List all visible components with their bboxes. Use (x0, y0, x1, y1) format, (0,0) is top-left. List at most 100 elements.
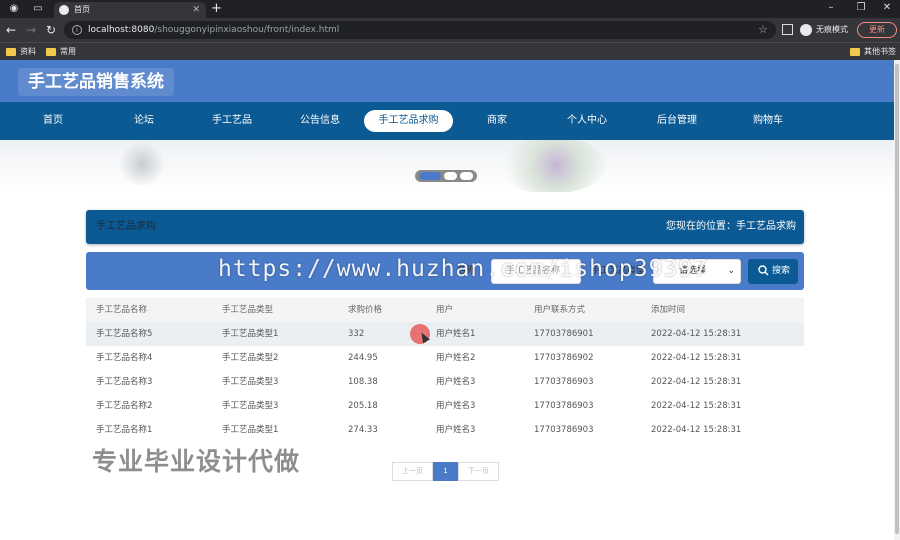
column-header: 求购价格 (348, 305, 383, 315)
nav-item-forum[interactable]: 论坛 (118, 110, 170, 132)
section-title-bar: 手工艺品求购 您现在的位置：手工艺品求购 (86, 210, 804, 244)
carousel-dot-active[interactable] (419, 172, 441, 180)
site-header: 手工艺品销售系统 (0, 60, 895, 102)
search-icon (758, 265, 769, 276)
cell-type: 手工艺品类型1 (222, 425, 279, 435)
other-bookmarks[interactable]: 其他书签 (850, 45, 896, 59)
table-row[interactable]: 手工艺品名称5 手工艺品类型1 332 用户姓名1 17703786901 20… (86, 322, 804, 346)
nav-item-notices[interactable]: 公告信息 (292, 110, 348, 132)
cell-phone: 17703786903 (534, 425, 594, 435)
update-button[interactable]: 更新 (857, 22, 897, 38)
window-close-icon[interactable]: ✕ (872, 0, 900, 18)
cell-price: 274.33 (348, 425, 378, 435)
search-button-label: 搜索 (772, 266, 791, 276)
nav-item-profile[interactable]: 个人中心 (558, 110, 616, 132)
cell-name: 手工艺品名称5 (96, 329, 153, 339)
reload-icon[interactable]: ↻ (44, 22, 58, 38)
bookmark-label: 资料 (20, 47, 36, 56)
browser-tab[interactable]: 首页 ✕ (54, 2, 206, 18)
back-icon[interactable]: ← (4, 22, 18, 38)
cell-added-time: 2022-04-12 15:28:31 (651, 401, 742, 411)
table-header-row: 手工艺品名称 手工艺品类型 求购价格 用户 用户联系方式 添加时间 (86, 298, 804, 322)
chevron-down-icon: ⌄ (727, 266, 735, 276)
folder-icon (6, 48, 16, 56)
address-bar-row: ← → ↻ i localhost:8080/shouggonyipinxiao… (0, 18, 900, 42)
cell-added-time: 2022-04-12 15:28:31 (651, 377, 742, 387)
cell-price: 244.95 (348, 353, 378, 363)
table-row[interactable]: 手工艺品名称2 手工艺品类型3 205.18 用户姓名3 17703786903… (86, 394, 804, 418)
cell-user: 用户姓名3 (436, 377, 476, 387)
cell-user: 用户姓名3 (436, 401, 476, 411)
minimize-icon[interactable]: – (816, 0, 846, 18)
tab-title: 首页 (74, 5, 90, 14)
nav-item-cart[interactable]: 购物车 (742, 110, 794, 132)
cell-added-time: 2022-04-12 15:28:31 (651, 425, 742, 435)
browser-menu-icon[interactable]: ◉ (8, 3, 20, 15)
column-header: 手工艺品名称 (96, 305, 148, 315)
bookmark-star-icon[interactable]: ☆ (758, 21, 768, 39)
column-header: 用户联系方式 (534, 305, 586, 315)
cell-added-time: 2022-04-12 15:28:31 (651, 329, 742, 339)
cell-name: 手工艺品名称3 (96, 377, 153, 387)
page-button-current[interactable]: 1 (433, 462, 458, 481)
cell-type: 手工艺品类型3 (222, 377, 279, 387)
cell-name: 手工艺品名称4 (96, 353, 153, 363)
search-button[interactable]: 搜索 (748, 259, 798, 284)
cell-price: 205.18 (348, 401, 378, 411)
bookmark-folder[interactable]: 常用 (46, 45, 76, 59)
table-row[interactable]: 手工艺品名称3 手工艺品类型3 108.38 用户姓名3 17703786903… (86, 370, 804, 394)
incognito-indicator[interactable]: 无痕模式 (800, 22, 848, 38)
bookmarks-bar: 资料 常用 其他书签 (0, 42, 900, 60)
cell-user: 用户姓名3 (436, 425, 476, 435)
table-row[interactable]: 手工艺品名称1 手工艺品类型1 274.33 用户姓名3 17703786903… (86, 418, 804, 442)
new-tab-button[interactable]: + (211, 1, 222, 17)
breadcrumb: 您现在的位置：手工艺品求购 (666, 221, 796, 232)
purchase-requests-table: 手工艺品名称 手工艺品类型 求购价格 用户 用户联系方式 添加时间 手工艺品名称… (86, 298, 804, 442)
nav-item-merchants[interactable]: 商家 (472, 110, 522, 132)
cell-phone: 17703786901 (534, 329, 594, 339)
bookmark-folder[interactable]: 资料 (6, 45, 36, 59)
nav-item-home[interactable]: 首页 (27, 110, 79, 132)
promo-overlay-text: 专业毕业设计代做 (92, 447, 301, 476)
nav-item-purchase-requests[interactable]: 手工艺品求购 (364, 110, 453, 132)
cell-type: 手工艺品类型2 (222, 353, 279, 363)
section-title: 手工艺品求购 (96, 221, 156, 232)
cell-price: 332 (348, 329, 365, 339)
banner-flower-image (118, 142, 166, 186)
cell-name: 手工艺品名称2 (96, 401, 153, 411)
cell-name: 手工艺品名称1 (96, 425, 153, 435)
site-title: 手工艺品销售系统 (18, 68, 174, 96)
close-icon[interactable]: ✕ (192, 2, 200, 18)
column-header: 手工艺品类型 (222, 305, 274, 315)
column-header: 用户 (436, 305, 454, 315)
forward-icon[interactable]: → (24, 22, 38, 38)
carousel-dot[interactable] (444, 172, 457, 180)
carousel-dot[interactable] (460, 172, 473, 180)
incognito-label: 无痕模式 (816, 25, 848, 34)
tab-list-icon[interactable]: ▭ (32, 3, 44, 15)
globe-icon (59, 5, 69, 15)
browser-tab-bar: ◉ ▭ 首页 ✕ + – ❐ ✕ (0, 0, 900, 18)
cell-user: 用户姓名1 (436, 329, 476, 339)
prev-page-button[interactable]: 上一页 (392, 462, 433, 481)
folder-icon (850, 48, 860, 56)
cell-phone: 17703786903 (534, 377, 594, 387)
cell-price: 108.38 (348, 377, 378, 387)
nav-item-handicrafts[interactable]: 手工艺品 (204, 110, 260, 132)
folder-icon (46, 48, 56, 56)
carousel-indicator (415, 170, 477, 182)
cell-added-time: 2022-04-12 15:28:31 (651, 353, 742, 363)
url-host: localhost:8080 (88, 25, 155, 35)
page-scrollbar[interactable] (894, 60, 900, 540)
scrollbar-thumb[interactable] (895, 64, 899, 534)
column-header: 添加时间 (651, 305, 686, 315)
url-field[interactable]: i localhost:8080/shouggonyipinxiaoshou/f… (64, 21, 776, 39)
other-bookmarks-label: 其他书签 (864, 47, 896, 56)
next-page-button[interactable]: 下一页 (458, 462, 499, 481)
banner-carousel (0, 140, 895, 192)
site-info-icon[interactable]: i (72, 25, 82, 35)
cell-phone: 17703786903 (534, 401, 594, 411)
table-row[interactable]: 手工艺品名称4 手工艺品类型2 244.95 用户姓名2 17703786902… (86, 346, 804, 370)
nav-item-admin[interactable]: 后台管理 (648, 110, 706, 132)
side-panel-icon[interactable] (782, 24, 793, 35)
